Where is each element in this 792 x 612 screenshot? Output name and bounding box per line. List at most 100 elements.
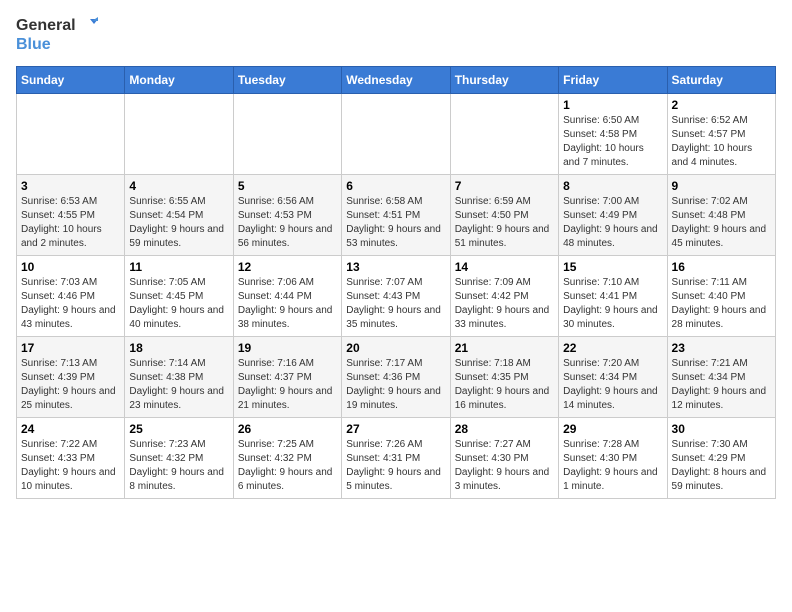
day-info: Sunrise: 7:11 AM Sunset: 4:40 PM Dayligh… bbox=[672, 276, 771, 332]
day-number: 11 bbox=[129, 260, 228, 274]
day-number: 18 bbox=[129, 341, 228, 355]
day-info: Sunrise: 7:25 AM Sunset: 4:32 PM Dayligh… bbox=[238, 438, 337, 494]
calendar-cell: 21 Sunrise: 7:18 AM Sunset: 4:35 PM Dayli… bbox=[450, 336, 558, 417]
calendar-cell: 15 Sunrise: 7:10 AM Sunset: 4:41 PM Dayli… bbox=[559, 255, 667, 336]
day-info: Sunrise: 7:14 AM Sunset: 4:38 PM Dayligh… bbox=[129, 357, 228, 413]
day-info: Sunrise: 7:21 AM Sunset: 4:34 PM Dayligh… bbox=[672, 357, 771, 413]
calendar-cell: 6Sunrise: 6:58 AM Sunset: 4:51 PM Daylig… bbox=[342, 174, 450, 255]
calendar-cell: 17 Sunrise: 7:13 AM Sunset: 4:39 PM Dayli… bbox=[17, 336, 125, 417]
day-number: 24 bbox=[21, 422, 120, 436]
day-info: Sunrise: 7:30 AM Sunset: 4:29 PM Dayligh… bbox=[672, 438, 771, 494]
calendar-week-2: 10Sunrise: 7:03 AM Sunset: 4:46 PM Dayli… bbox=[17, 255, 776, 336]
day-info: Sunrise: 6:55 AM Sunset: 4:54 PM Dayligh… bbox=[129, 195, 228, 251]
day-number: 21 bbox=[455, 341, 554, 355]
page-header: General Blue bbox=[16, 16, 776, 54]
logo: General Blue bbox=[16, 16, 98, 54]
day-number: 13 bbox=[346, 260, 445, 274]
header-friday: Friday bbox=[559, 66, 667, 93]
calendar-cell: 3 Sunrise: 6:53 AM Sunset: 4:55 PM Daylig… bbox=[17, 174, 125, 255]
day-info: Sunrise: 7:05 AM Sunset: 4:45 PM Dayligh… bbox=[129, 276, 228, 332]
day-info: Sunrise: 7:10 AM Sunset: 4:41 PM Dayligh… bbox=[563, 276, 662, 332]
day-info: Sunrise: 7:00 AM Sunset: 4:49 PM Dayligh… bbox=[563, 195, 662, 251]
day-number: 26 bbox=[238, 422, 337, 436]
day-info: Sunrise: 6:56 AM Sunset: 4:53 PM Dayligh… bbox=[238, 195, 337, 251]
calendar-cell bbox=[17, 93, 125, 174]
calendar-cell: 11 Sunrise: 7:05 AM Sunset: 4:45 PM Dayli… bbox=[125, 255, 233, 336]
calendar-cell: 12 Sunrise: 7:06 AM Sunset: 4:44 PM Dayli… bbox=[233, 255, 341, 336]
calendar-week-3: 17 Sunrise: 7:13 AM Sunset: 4:39 PM Dayli… bbox=[17, 336, 776, 417]
header-sunday: Sunday bbox=[17, 66, 125, 93]
calendar-cell bbox=[450, 93, 558, 174]
day-info: Sunrise: 7:13 AM Sunset: 4:39 PM Dayligh… bbox=[21, 357, 120, 413]
header-thursday: Thursday bbox=[450, 66, 558, 93]
day-number: 8 bbox=[563, 179, 662, 193]
calendar-cell bbox=[125, 93, 233, 174]
day-info: Sunrise: 7:20 AM Sunset: 4:34 PM Dayligh… bbox=[563, 357, 662, 413]
day-number: 5 bbox=[238, 179, 337, 193]
calendar-cell: 14 Sunrise: 7:09 AM Sunset: 4:42 PM Dayli… bbox=[450, 255, 558, 336]
day-info: Sunrise: 7:02 AM Sunset: 4:48 PM Dayligh… bbox=[672, 195, 771, 251]
day-info: Sunrise: 7:28 AM Sunset: 4:30 PM Dayligh… bbox=[563, 438, 662, 494]
day-info: Sunrise: 7:03 AM Sunset: 4:46 PM Dayligh… bbox=[21, 276, 120, 332]
calendar-cell: 13Sunrise: 7:07 AM Sunset: 4:43 PM Dayli… bbox=[342, 255, 450, 336]
day-info: Sunrise: 7:06 AM Sunset: 4:44 PM Dayligh… bbox=[238, 276, 337, 332]
calendar-cell: 25 Sunrise: 7:23 AM Sunset: 4:32 PM Dayli… bbox=[125, 417, 233, 498]
calendar-cell: 19 Sunrise: 7:16 AM Sunset: 4:37 PM Dayli… bbox=[233, 336, 341, 417]
day-info: Sunrise: 6:59 AM Sunset: 4:50 PM Dayligh… bbox=[455, 195, 554, 251]
day-number: 19 bbox=[238, 341, 337, 355]
calendar-cell: 2 Sunrise: 6:52 AM Sunset: 4:57 PM Daylig… bbox=[667, 93, 775, 174]
calendar-cell: 18 Sunrise: 7:14 AM Sunset: 4:38 PM Dayli… bbox=[125, 336, 233, 417]
day-info: Sunrise: 7:18 AM Sunset: 4:35 PM Dayligh… bbox=[455, 357, 554, 413]
logo-blue: Blue bbox=[16, 36, 51, 54]
calendar-cell: 26 Sunrise: 7:25 AM Sunset: 4:32 PM Dayli… bbox=[233, 417, 341, 498]
calendar-week-1: 3 Sunrise: 6:53 AM Sunset: 4:55 PM Daylig… bbox=[17, 174, 776, 255]
day-number: 22 bbox=[563, 341, 662, 355]
day-info: Sunrise: 6:52 AM Sunset: 4:57 PM Dayligh… bbox=[672, 114, 771, 170]
calendar-cell: 28Sunrise: 7:27 AM Sunset: 4:30 PM Dayli… bbox=[450, 417, 558, 498]
day-info: Sunrise: 6:50 AM Sunset: 4:58 PM Dayligh… bbox=[563, 114, 662, 170]
day-info: Sunrise: 7:16 AM Sunset: 4:37 PM Dayligh… bbox=[238, 357, 337, 413]
logo-bird-icon bbox=[78, 16, 98, 36]
calendar-table: SundayMondayTuesdayWednesdayThursdayFrid… bbox=[16, 66, 776, 499]
day-number: 6 bbox=[346, 179, 445, 193]
calendar-cell: 1 Sunrise: 6:50 AM Sunset: 4:58 PM Daylig… bbox=[559, 93, 667, 174]
day-info: Sunrise: 6:53 AM Sunset: 4:55 PM Dayligh… bbox=[21, 195, 120, 251]
day-number: 1 bbox=[563, 98, 662, 112]
day-number: 23 bbox=[672, 341, 771, 355]
header-wednesday: Wednesday bbox=[342, 66, 450, 93]
calendar-cell: 7 Sunrise: 6:59 AM Sunset: 4:50 PM Daylig… bbox=[450, 174, 558, 255]
day-number: 15 bbox=[563, 260, 662, 274]
day-number: 25 bbox=[129, 422, 228, 436]
calendar-cell: 4Sunrise: 6:55 AM Sunset: 4:54 PM Daylig… bbox=[125, 174, 233, 255]
calendar-cell bbox=[233, 93, 341, 174]
day-info: Sunrise: 7:23 AM Sunset: 4:32 PM Dayligh… bbox=[129, 438, 228, 494]
calendar-cell: 8 Sunrise: 7:00 AM Sunset: 4:49 PM Daylig… bbox=[559, 174, 667, 255]
calendar-cell: 20Sunrise: 7:17 AM Sunset: 4:36 PM Dayli… bbox=[342, 336, 450, 417]
day-info: Sunrise: 7:26 AM Sunset: 4:31 PM Dayligh… bbox=[346, 438, 445, 494]
calendar-cell: 23 Sunrise: 7:21 AM Sunset: 4:34 PM Dayli… bbox=[667, 336, 775, 417]
day-number: 14 bbox=[455, 260, 554, 274]
day-number: 30 bbox=[672, 422, 771, 436]
day-number: 17 bbox=[21, 341, 120, 355]
header-tuesday: Tuesday bbox=[233, 66, 341, 93]
day-number: 29 bbox=[563, 422, 662, 436]
calendar-cell: 10Sunrise: 7:03 AM Sunset: 4:46 PM Dayli… bbox=[17, 255, 125, 336]
calendar-cell: 9 Sunrise: 7:02 AM Sunset: 4:48 PM Daylig… bbox=[667, 174, 775, 255]
day-number: 12 bbox=[238, 260, 337, 274]
day-number: 3 bbox=[21, 179, 120, 193]
calendar-week-0: 1 Sunrise: 6:50 AM Sunset: 4:58 PM Daylig… bbox=[17, 93, 776, 174]
day-number: 9 bbox=[672, 179, 771, 193]
day-info: Sunrise: 7:17 AM Sunset: 4:36 PM Dayligh… bbox=[346, 357, 445, 413]
day-number: 16 bbox=[672, 260, 771, 274]
day-number: 7 bbox=[455, 179, 554, 193]
day-info: Sunrise: 7:22 AM Sunset: 4:33 PM Dayligh… bbox=[21, 438, 120, 494]
day-number: 27 bbox=[346, 422, 445, 436]
calendar-cell: 30 Sunrise: 7:30 AM Sunset: 4:29 PM Dayli… bbox=[667, 417, 775, 498]
calendar-cell: 5 Sunrise: 6:56 AM Sunset: 4:53 PM Daylig… bbox=[233, 174, 341, 255]
day-info: Sunrise: 7:09 AM Sunset: 4:42 PM Dayligh… bbox=[455, 276, 554, 332]
header-monday: Monday bbox=[125, 66, 233, 93]
logo-general: General bbox=[16, 17, 76, 35]
day-number: 2 bbox=[672, 98, 771, 112]
calendar-cell: 16 Sunrise: 7:11 AM Sunset: 4:40 PM Dayli… bbox=[667, 255, 775, 336]
header-saturday: Saturday bbox=[667, 66, 775, 93]
